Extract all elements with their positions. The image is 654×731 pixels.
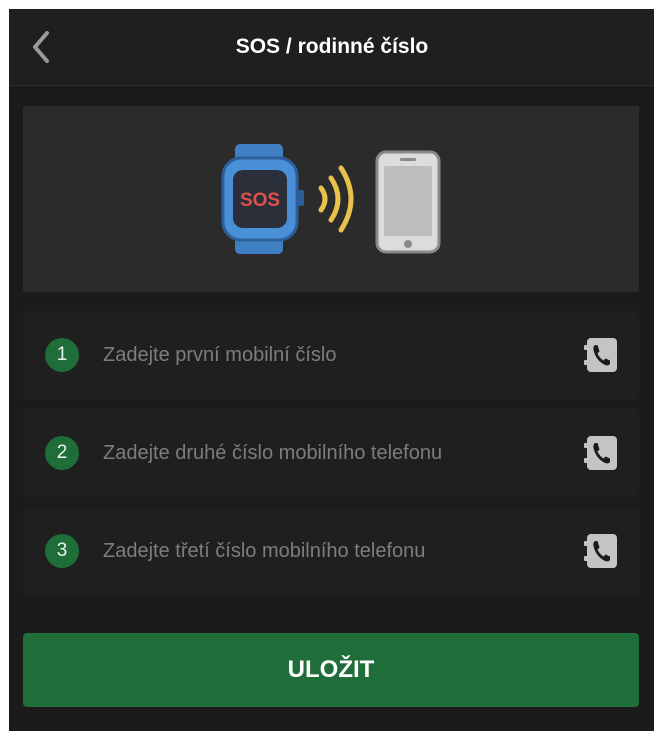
signal-waves-icon <box>318 165 354 233</box>
contact-book-icon[interactable] <box>584 434 620 472</box>
smartwatch-icon: SOS <box>221 144 304 254</box>
sos-illustration-banner: SOS <box>23 106 639 292</box>
sos-family-number-screen: SOS / rodinné číslo SOS 1 Zadejte první … <box>9 9 654 731</box>
contact-row-1[interactable]: 1 Zadejte první mobilní číslo <box>23 311 639 399</box>
phone-number-input[interactable]: Zadejte třetí číslo mobilního telefonu <box>103 507 425 595</box>
contact-book-icon[interactable] <box>584 336 620 374</box>
save-button[interactable]: ULOŽIT <box>23 633 639 707</box>
smartphone-icon <box>375 150 441 254</box>
contact-number-badge: 1 <box>45 338 79 372</box>
contact-number-badge: 3 <box>45 534 79 568</box>
contact-row-2[interactable]: 2 Zadejte druhé číslo mobilního telefonu <box>23 409 639 497</box>
contact-row-3[interactable]: 3 Zadejte třetí číslo mobilního telefonu <box>23 507 639 595</box>
phone-number-input[interactable]: Zadejte první mobilní číslo <box>103 311 336 399</box>
page-title: SOS / rodinné číslo <box>235 35 429 58</box>
watch-sos-text: SOS <box>240 190 280 211</box>
phone-number-input[interactable]: Zadejte druhé číslo mobilního telefonu <box>103 409 442 497</box>
contact-number-badge: 2 <box>45 436 79 470</box>
contact-book-icon[interactable] <box>584 532 620 570</box>
top-bar: SOS / rodinné číslo <box>9 9 654 86</box>
